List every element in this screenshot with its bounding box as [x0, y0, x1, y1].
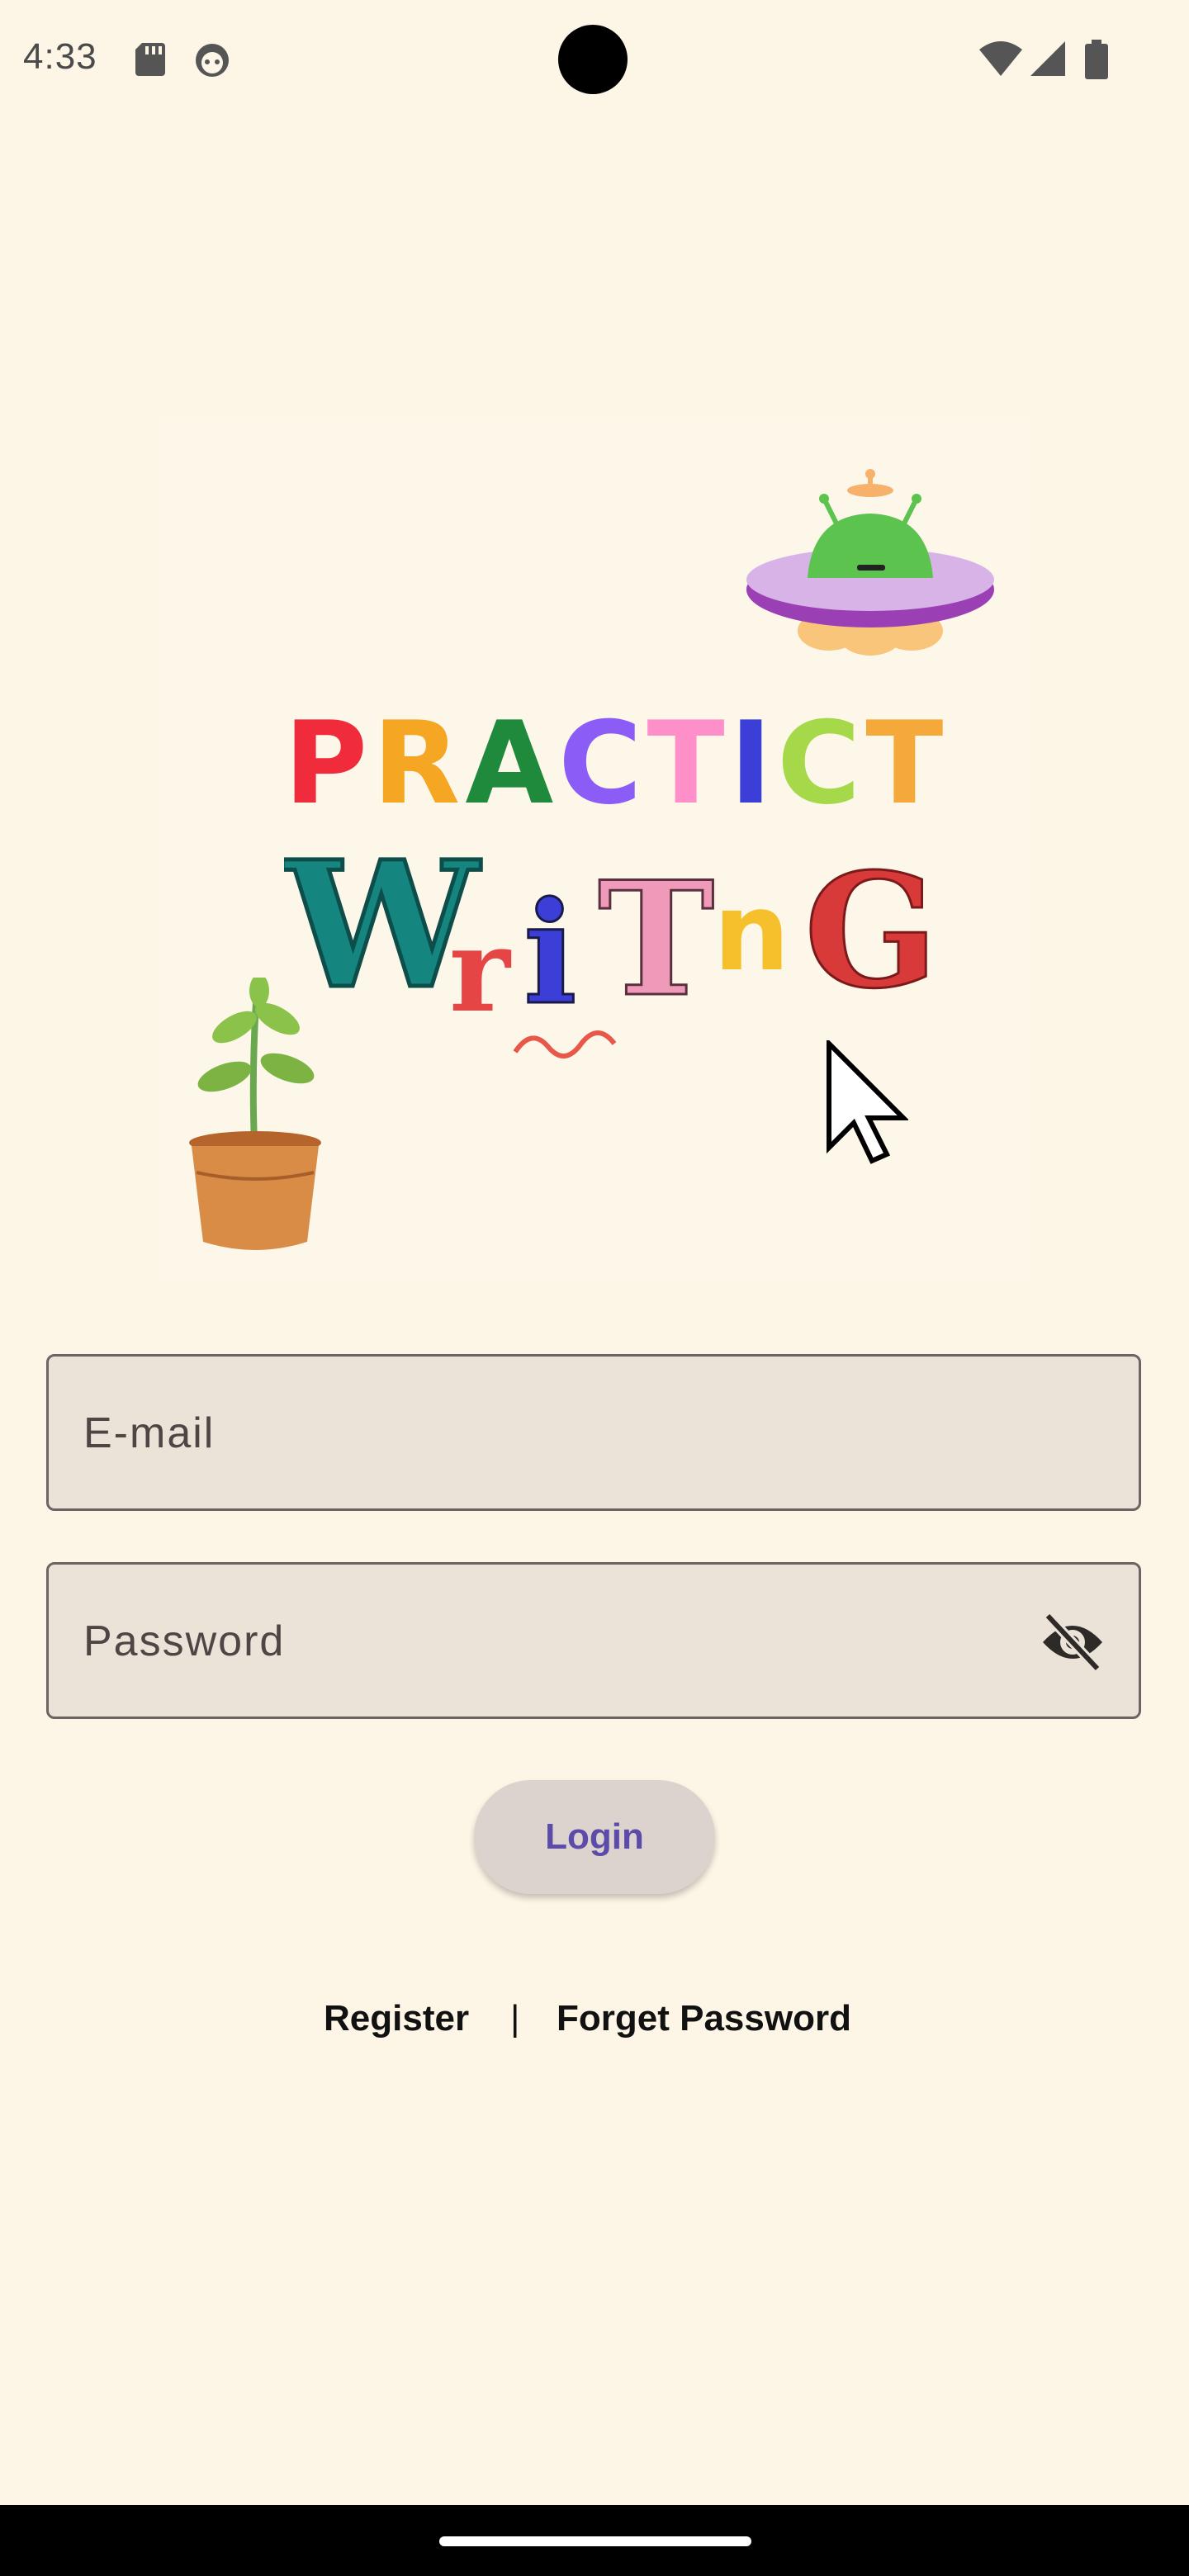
logo-letter-g: G [804, 845, 928, 1023]
plant-pot-icon [189, 978, 321, 1250]
logo-letter: P [284, 697, 373, 830]
navigation-bar [0, 2505, 1189, 2576]
register-link[interactable]: Register [324, 1998, 469, 2039]
logo-letter: I [729, 697, 778, 830]
link-separator: | [510, 1998, 520, 2039]
visibility-off-icon[interactable] [1040, 1612, 1106, 1673]
logo-letter: C [558, 697, 647, 830]
forget-password-link[interactable]: Forget Password [557, 1998, 851, 2039]
login-button[interactable]: Login [474, 1780, 715, 1894]
face-icon [193, 41, 231, 83]
logo-letter: A [465, 697, 559, 830]
cursor-arrow-icon [827, 1040, 908, 1164]
ufo-icon [746, 469, 994, 656]
logo-letter: C [777, 697, 866, 830]
logo-letter-n: n [713, 869, 790, 995]
logo-letter-i: i [523, 871, 577, 1036]
logo-letter-t: T [598, 847, 714, 1031]
camera-cutout [558, 25, 628, 94]
password-input[interactable] [82, 1565, 1059, 1718]
app-logo-illustration: PRACTICT W r i T n G [160, 416, 1029, 1280]
password-field[interactable] [46, 1562, 1141, 1719]
auth-links: Register | Forget Password [0, 1998, 1189, 2048]
status-time: 4:33 [23, 36, 97, 77]
logo-letter-r: r [449, 903, 512, 1039]
battery-icon [1085, 40, 1108, 83]
signal-icon [1029, 40, 1067, 82]
logo-letter: T [647, 697, 730, 830]
sd-card-icon [134, 41, 167, 82]
logo-letter: R [372, 697, 466, 830]
email-input[interactable] [82, 1357, 1059, 1510]
logo-title-line1: PRACTICT [284, 697, 948, 830]
logo-letter: T [865, 697, 949, 830]
status-bar: 4:33 [0, 0, 1189, 116]
email-field[interactable] [46, 1354, 1141, 1511]
logo-title-line2: W r i T n G [284, 845, 928, 1058]
home-gesture-handle[interactable] [439, 2536, 751, 2546]
wifi-icon [978, 40, 1024, 82]
